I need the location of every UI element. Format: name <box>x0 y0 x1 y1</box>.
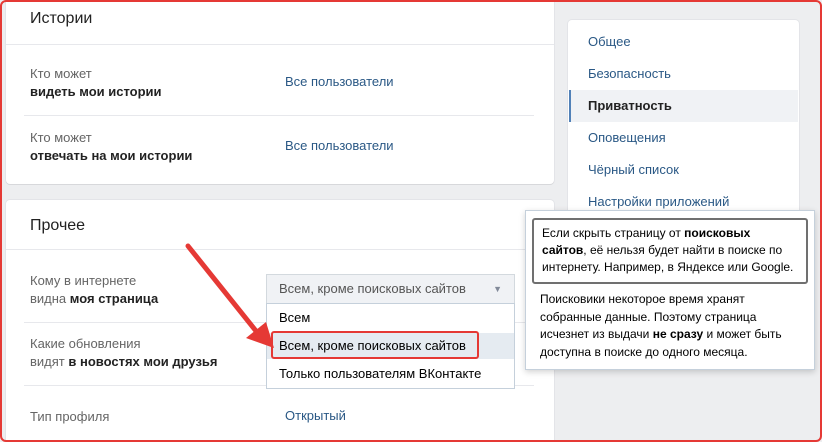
tooltip-highlighted-text: Если скрыть страницу от поисковых сайтов… <box>532 218 808 284</box>
menu-item-blacklist[interactable]: Чёрный список <box>569 154 798 186</box>
page-visibility-options: Всем Всем, кроме поисковых сайтов Только… <box>266 303 515 389</box>
profile-type-label: Тип профиля <box>30 409 110 424</box>
stories-reply-label-bold: отвечать на мои истории <box>30 148 193 163</box>
stories-view-label-bold: видеть мои истории <box>30 84 162 99</box>
tooltip-body-bold: не сразу <box>652 327 704 341</box>
menu-item-general[interactable]: Общее <box>569 26 798 58</box>
settings-menu: Общее Безопасность Приватность Оповещени… <box>568 20 799 220</box>
menu-item-privacy[interactable]: Приватность <box>569 90 798 122</box>
page-visibility-label-bold: моя страница <box>69 291 159 306</box>
stories-title-divider <box>6 44 554 45</box>
menu-item-security[interactable]: Безопасность <box>569 58 798 90</box>
stories-title: Истории <box>30 10 93 27</box>
menu-item-notifications[interactable]: Оповещения <box>569 122 798 154</box>
profile-type-value[interactable]: Открытый <box>285 408 346 423</box>
tooltip-hl-pre: Если скрыть страницу от <box>542 226 685 240</box>
option-vk-users-only[interactable]: Только пользователям ВКонтакте <box>267 361 514 387</box>
friends-updates-label-plain: видят <box>30 354 69 369</box>
stories-reply-label-prefix: Кто может <box>30 130 92 145</box>
stories-view-value[interactable]: Все пользователи <box>285 74 394 89</box>
page-visibility-label-line1: Кому в интернете <box>30 273 137 288</box>
other-title: Прочее <box>30 217 86 234</box>
option-except-search[interactable]: Всем, кроме поисковых сайтов <box>267 333 514 359</box>
page-visibility-label-plain: видна <box>30 291 70 306</box>
stories-view-label: Кто может видеть мои истории <box>30 65 162 101</box>
page-visibility-selected-value: Всем, кроме поисковых сайтов <box>279 281 466 296</box>
friends-updates-label: Какие обновления видят в новостях мои др… <box>30 335 217 371</box>
option-everyone[interactable]: Всем <box>267 305 514 331</box>
other-title-divider <box>6 249 554 250</box>
stories-view-label-prefix: Кто может <box>30 66 92 81</box>
page-visibility-select[interactable]: Всем, кроме поисковых сайтов ▼ <box>266 274 515 304</box>
stories-reply-label: Кто может отвечать на мои истории <box>30 129 192 165</box>
stories-card: Истории Кто может видеть мои истории Все… <box>6 0 554 184</box>
stories-reply-value[interactable]: Все пользователи <box>285 138 394 153</box>
search-hint-tooltip: Если скрыть страницу от поисковых сайтов… <box>525 210 815 370</box>
page-visibility-label: Кому в интернете видна моя страница <box>30 272 158 308</box>
friends-updates-label-line1: Какие обновления <box>30 336 141 351</box>
friends-updates-label-bold: в новостях мои друзья <box>68 354 218 369</box>
tooltip-body-text: Поисковики некоторое время хранят собран… <box>540 291 806 361</box>
chevron-down-icon: ▼ <box>493 284 502 294</box>
stories-row-divider <box>24 115 534 116</box>
